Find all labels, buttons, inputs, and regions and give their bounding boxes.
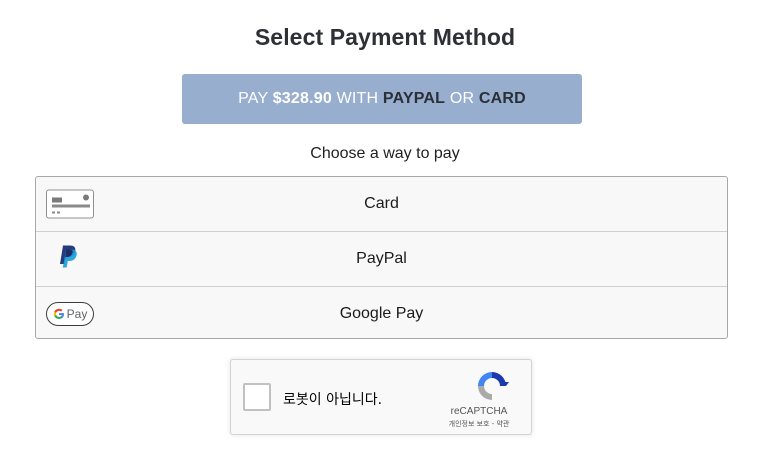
page-title: Select Payment Method <box>254 24 516 50</box>
recaptcha-label: 로봇이 아닙니다. <box>283 392 383 408</box>
pay-button-paypal: PAYPAL <box>382 90 446 107</box>
recaptcha-brand: reCAPTCHA <box>450 406 508 417</box>
google-pay-icon: Pay <box>46 302 94 326</box>
google-pay-badge-text: Pay <box>66 307 88 321</box>
recaptcha-privacy-link[interactable]: 개인정보 보호 <box>449 420 490 428</box>
google-g-icon <box>53 308 64 319</box>
payment-method-google-pay[interactable]: Pay Google Pay <box>36 287 727 338</box>
payment-method-list: Card PayPal Pay Google Pay <box>35 176 728 339</box>
recaptcha-logo-icon <box>475 369 509 408</box>
pay-button-or: OR <box>445 90 479 107</box>
recaptcha-terms-link[interactable]: 약관 <box>496 420 509 428</box>
pay-button-middle: WITH <box>331 90 383 107</box>
pay-button-prefix: PAY <box>238 90 273 107</box>
payment-method-label: Google Pay <box>339 305 424 322</box>
pay-button-amount: $328.90 <box>272 90 332 107</box>
recaptcha-links: 개인정보 보호 - 약관 <box>439 419 519 429</box>
payment-method-label: Card <box>364 195 399 212</box>
payment-subtitle: Choose a way to pay <box>310 145 460 162</box>
payment-method-card[interactable]: Card <box>36 177 727 232</box>
payment-method-label: PayPal <box>356 250 407 267</box>
credit-card-icon <box>46 189 94 219</box>
payment-method-paypal[interactable]: PayPal <box>36 232 727 287</box>
recaptcha-checkbox[interactable] <box>243 383 271 411</box>
paypal-icon <box>58 245 78 274</box>
pay-button-card: CARD <box>478 90 526 107</box>
recaptcha-widget: 로봇이 아닙니다. reCAPTCHA 개인정보 보호 - 약관 <box>230 359 532 435</box>
pay-button[interactable]: PAY $328.90 WITH PAYPAL OR CARD <box>182 74 582 124</box>
